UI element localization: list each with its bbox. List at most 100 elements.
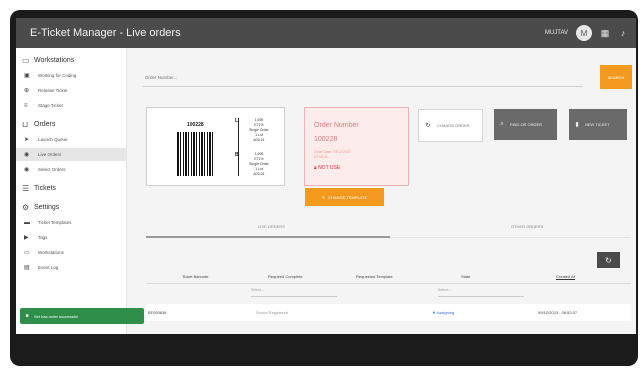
refresh-icon: ↻	[605, 255, 612, 265]
order-label: Order Number	[314, 122, 359, 129]
sidebar-item-event-log[interactable]: ▤ Event Log	[16, 261, 126, 274]
toast-message: Set has order successful	[34, 313, 78, 319]
ticket-info-b: 1,695 E71% Single Order 1 Lot A03-01	[247, 152, 271, 177]
filter-required-select[interactable]: Select...	[251, 288, 337, 297]
find-order-button[interactable]: ⌕ FIND OR ORDER	[494, 109, 557, 140]
layers-icon: ≡	[24, 102, 28, 109]
order-number: 100228	[314, 136, 338, 143]
ticket-info-a: 1,695 E71% Single Order 1 Lot A03-01	[247, 118, 271, 143]
column-header-template[interactable]: Requested Template	[356, 274, 393, 279]
sidebar-item-label: Ticket Templates	[38, 220, 72, 225]
sidebar-section-orders[interactable]: ⊔ Orders	[16, 117, 126, 131]
tab-other-orders[interactable]: OTHER ORDERS	[511, 224, 543, 229]
change-template-label: CHANGE TEMPLATE	[328, 194, 368, 200]
refresh-icon: ↻	[425, 123, 431, 129]
filter-state-select[interactable]: Select...	[438, 288, 524, 297]
send-icon: ➤	[24, 137, 30, 143]
grid-icon[interactable]: ▦	[600, 28, 610, 39]
change-order-button[interactable]: ↻ CHANGE ORDER	[418, 109, 483, 142]
search-button[interactable]: SEARCH	[600, 65, 632, 89]
tickets-icon: ☰	[22, 183, 30, 193]
order-status-text: NOT USE	[318, 165, 341, 171]
sidebar: ▭ Workstations ▣ Working for Coding ⊕ Re…	[16, 48, 127, 334]
check-icon: ■	[25, 313, 29, 319]
cell-barcode: BF093636	[148, 310, 167, 315]
ticket-section-a: L	[235, 118, 239, 124]
avatar[interactable]: M	[576, 25, 592, 41]
sidebar-section-label: Workstations	[34, 56, 75, 64]
sidebar-item-ticket-templates[interactable]: ▬ Ticket Templates	[16, 216, 126, 229]
search-icon: ⌕	[500, 121, 504, 127]
cell-state-text: Assigning	[436, 310, 455, 315]
ticket-number: 100228	[187, 122, 204, 128]
log-icon: ▤	[24, 265, 30, 271]
sidebar-item-label: Launch Queue	[38, 137, 68, 142]
ticket-info-line: A03-01	[253, 172, 265, 176]
tab-active-indicator	[146, 236, 390, 238]
ticket-icon: ▮	[575, 122, 579, 128]
column-header-created[interactable]: Created At	[556, 274, 575, 280]
lock-icon: 🔒︎	[314, 165, 317, 171]
main-content: SEARCH 100228 L B 1,695 E71% Single Orde…	[127, 48, 636, 334]
sidebar-item-stage-ticket[interactable]: ≡ Stage Ticket	[16, 99, 126, 112]
order-date: Order Date: 09/12/2023 09:09:25	[314, 150, 351, 160]
column-header-state[interactable]: State	[461, 274, 470, 279]
user-name: MUJTAV	[544, 30, 568, 36]
change-template-button[interactable]: ✎ CHANGE TEMPLATE	[305, 188, 384, 206]
order-status: 🔒︎ NOT USE	[314, 165, 340, 171]
sidebar-item-workstations[interactable]: ▭ Workstations	[16, 246, 126, 259]
top-bar: E-Ticket Manager - Live orders MUJTAV M …	[16, 18, 636, 48]
cell-state: ▼ Assigning	[432, 310, 454, 315]
search-input[interactable]	[143, 73, 583, 81]
search-bar	[143, 68, 583, 87]
ticket-info-line: A03-01	[253, 138, 265, 142]
filter-icon: ▼	[432, 310, 436, 315]
sidebar-section-label: Orders	[34, 120, 56, 128]
sidebar-section-label: Settings	[34, 203, 60, 211]
sidebar-item-label: Event Log	[38, 265, 59, 270]
table-header: Ticket Barcode Required Complete Request…	[146, 273, 631, 284]
find-order-label: FIND OR ORDER	[510, 122, 542, 127]
sidebar-item-release-ticket[interactable]: ⊕ Release Ticket	[16, 84, 126, 97]
monitor-icon: ▭	[22, 55, 30, 65]
template-icon: ▬	[24, 219, 30, 226]
app-title: E-Ticket Manager - Live orders	[30, 27, 181, 39]
change-order-label: CHANGE ORDER	[437, 123, 470, 128]
sidebar-item-select-orders[interactable]: ◉ Select Orders	[16, 163, 126, 176]
sidebar-item-launch-queue[interactable]: ➤ Launch Queue	[16, 133, 126, 146]
tab-live-orders[interactable]: LIVE ORDERS	[258, 224, 285, 229]
sidebar-item-live-orders[interactable]: ◉ Live Orders	[16, 148, 126, 161]
sidebar-section-tickets[interactable]: ☰ Tickets	[16, 181, 126, 195]
column-header-required[interactable]: Required Complete	[268, 274, 302, 279]
upload-icon: ⊕	[24, 88, 30, 94]
sidebar-item-tags[interactable]: ▶ Tags	[16, 231, 126, 244]
refresh-button[interactable]: ↻	[597, 252, 620, 268]
tag-icon: ▶	[24, 235, 29, 241]
bell-icon[interactable]: ♪	[618, 28, 628, 38]
table-filters: Select... Select...	[146, 286, 631, 298]
column-header-barcode[interactable]: Ticket Barcode	[182, 274, 209, 279]
ticket-preview: 100228 L B 1,695 E71% Single Order 1 Lot…	[146, 107, 285, 186]
app-body: ▭ Workstations ▣ Working for Coding ⊕ Re…	[16, 48, 636, 334]
ticket-section-b: B	[235, 152, 239, 158]
sidebar-section-workstations[interactable]: ▭ Workstations	[16, 53, 126, 67]
cell-required: Sound Registered	[256, 310, 289, 315]
live-icon: ◉	[24, 152, 30, 158]
ticket-divider	[238, 118, 239, 176]
orders-icon: ⊔	[22, 119, 29, 129]
order-time-line: 09:09:25	[314, 155, 328, 159]
table-row[interactable]: BF093636 Sound Registered ▼ Assigning 09…	[146, 304, 631, 321]
sidebar-item-label: Release Ticket	[38, 88, 68, 93]
new-ticket-label: NEW TICKET	[585, 122, 610, 127]
sidebar-item-label: Workstations	[38, 250, 64, 255]
cell-created: 09/12/2023 - 08:52:07	[538, 310, 578, 315]
order-card: Order Number 100228 Order Date: 09/12/20…	[304, 107, 409, 186]
pencil-icon: ✎	[321, 194, 326, 200]
sidebar-section-settings[interactable]: ⚙ Settings	[16, 200, 126, 214]
sidebar-item-label: Tags	[38, 235, 48, 240]
sidebar-item-working-for-coding[interactable]: ▣ Working for Coding	[16, 69, 126, 82]
toast-notification: ■ Set has order successful	[20, 308, 144, 324]
gear-icon: ⚙	[22, 202, 30, 212]
new-ticket-button[interactable]: ▮ NEW TICKET	[569, 109, 627, 140]
sidebar-item-label: Stage Ticket	[38, 103, 63, 108]
